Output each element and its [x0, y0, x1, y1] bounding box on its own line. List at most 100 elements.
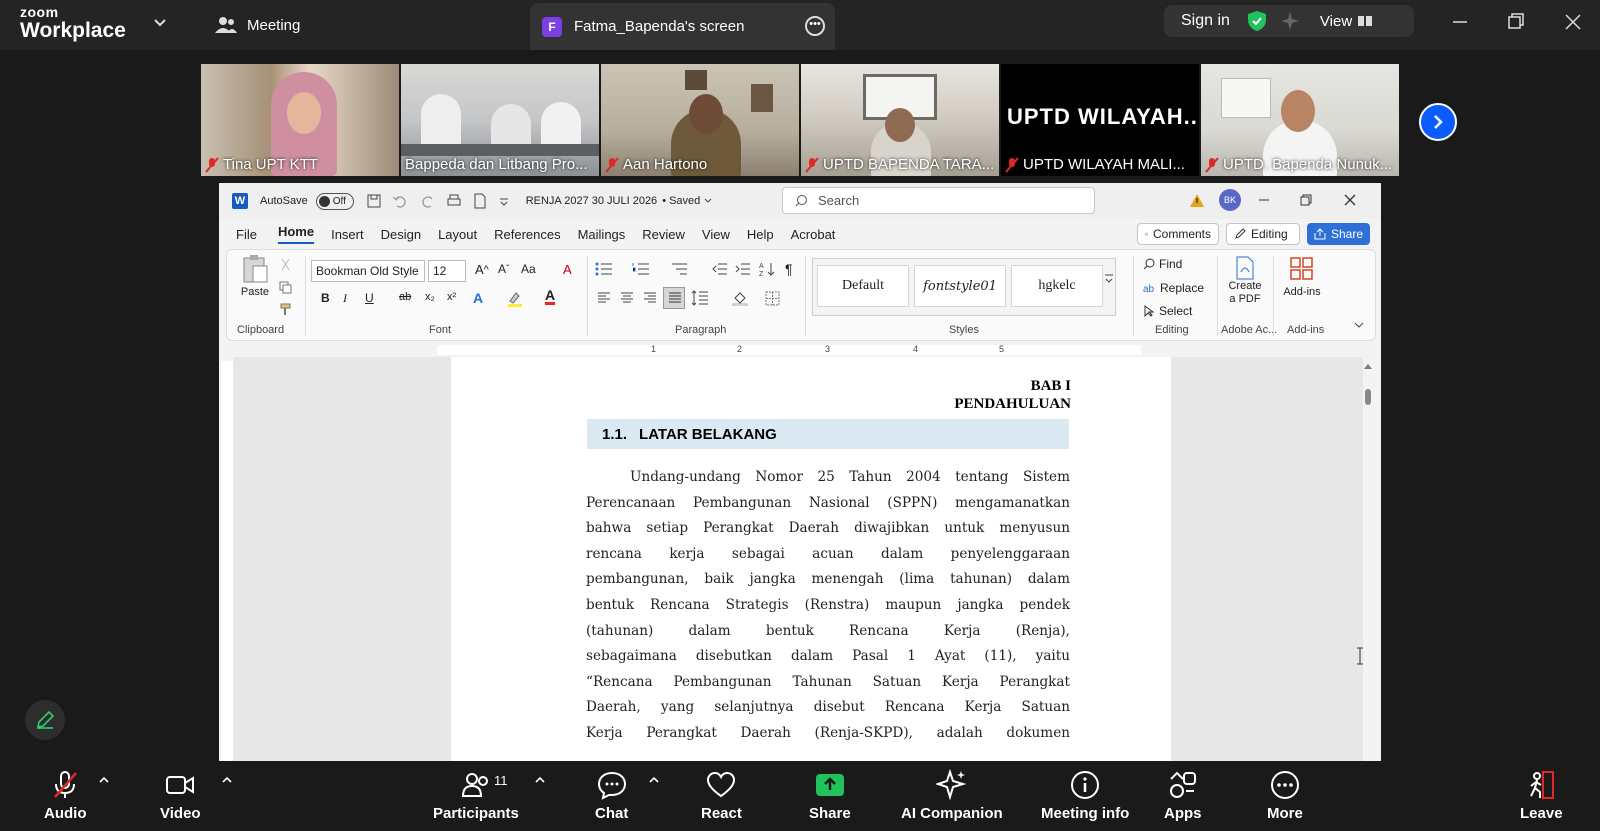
tab-design[interactable]: Design: [381, 227, 421, 242]
show-formatting-button[interactable]: ¶: [785, 261, 793, 277]
close-icon[interactable]: [1343, 193, 1357, 207]
minimize-icon[interactable]: [1448, 10, 1472, 34]
customize-toolbar-icon[interactable]: [498, 195, 510, 207]
share-button[interactable]: Share: [1307, 223, 1370, 245]
user-avatar[interactable]: BK: [1219, 189, 1241, 211]
increase-indent-icon[interactable]: [735, 262, 751, 276]
annotate-button[interactable]: [25, 700, 65, 740]
borders-icon[interactable]: [765, 291, 780, 306]
chevron-up-icon[interactable]: [648, 775, 660, 785]
sort-icon[interactable]: AZ: [759, 261, 775, 277]
line-spacing-icon[interactable]: [691, 290, 709, 306]
tab-meeting[interactable]: Meeting: [215, 12, 300, 38]
document-title[interactable]: RENJA 2027 30 JULI 2026: [526, 195, 657, 207]
scroll-up-icon[interactable]: [1363, 362, 1373, 370]
participant-tile[interactable]: Tina UPT KTT: [201, 64, 399, 176]
document-canvas[interactable]: BAB I PENDAHULUAN 1.1. LATAR BELAKANG Un…: [233, 357, 1363, 761]
chevron-up-icon[interactable]: [98, 775, 110, 785]
autosave-toggle[interactable]: Off: [315, 192, 354, 210]
create-pdf-button[interactable]: Create a PDF: [1223, 256, 1267, 306]
comments-button[interactable]: Comments: [1137, 223, 1219, 245]
document-page[interactable]: BAB I PENDAHULUAN 1.1. LATAR BELAKANG Un…: [451, 357, 1171, 761]
restore-icon[interactable]: [1504, 10, 1528, 34]
shading-icon[interactable]: [732, 290, 750, 306]
align-center-icon[interactable]: [620, 292, 634, 304]
font-size-select[interactable]: 12: [428, 260, 466, 282]
participant-tile[interactable]: UPTD WILAYAH... UPTD WILAYAH MALI...: [1001, 64, 1199, 176]
chevron-down-icon[interactable]: [152, 14, 168, 30]
style-fontstyle01[interactable]: fontstyle01: [914, 265, 1006, 307]
collapse-ribbon-icon[interactable]: [1353, 320, 1365, 330]
close-icon[interactable]: [1561, 10, 1585, 34]
superscript-button[interactable]: x²: [447, 291, 456, 303]
editing-mode-button[interactable]: Editing: [1226, 223, 1300, 245]
clear-formatting-button[interactable]: A: [563, 262, 572, 277]
vertical-scrollbar[interactable]: [1363, 357, 1373, 761]
align-right-icon[interactable]: [643, 292, 657, 304]
save-icon[interactable]: [366, 193, 382, 209]
tab-view[interactable]: View: [702, 227, 730, 242]
underline-button[interactable]: U: [365, 291, 374, 305]
share-screen-button[interactable]: Share: [809, 769, 851, 822]
chevron-up-icon[interactable]: [534, 775, 546, 785]
format-painter-icon[interactable]: [279, 302, 293, 316]
participant-tile[interactable]: Aan Hartono: [601, 64, 799, 176]
replace-button[interactable]: ab Replace: [1143, 281, 1204, 295]
audio-button[interactable]: Audio: [44, 769, 87, 822]
bullets-icon[interactable]: [595, 262, 613, 276]
font-name-select[interactable]: Bookman Old Style: [311, 260, 425, 282]
react-button[interactable]: React: [701, 769, 742, 822]
search-input[interactable]: Search: [782, 187, 1095, 214]
select-button[interactable]: Select: [1143, 304, 1192, 318]
view-button[interactable]: View: [1320, 13, 1352, 30]
grow-font-button[interactable]: A ^: [475, 262, 489, 277]
warning-icon[interactable]: [1189, 193, 1205, 208]
chat-button[interactable]: Chat: [595, 769, 628, 822]
italic-button[interactable]: I: [343, 291, 347, 306]
text-effects-button[interactable]: A: [473, 290, 483, 306]
tab-help[interactable]: Help: [747, 227, 774, 242]
styles-more-icon[interactable]: [1104, 272, 1114, 286]
decrease-indent-icon[interactable]: [712, 262, 728, 276]
tab-references[interactable]: References: [494, 227, 560, 242]
bold-button[interactable]: B: [321, 291, 330, 305]
find-button[interactable]: Find: [1143, 257, 1182, 271]
tab-insert[interactable]: Insert: [331, 227, 364, 242]
print-icon[interactable]: [446, 193, 462, 209]
chevron-down-icon[interactable]: [703, 196, 713, 206]
next-page-button[interactable]: [1419, 103, 1457, 141]
more-button[interactable]: More: [1267, 769, 1303, 822]
leave-button[interactable]: Leave: [1520, 769, 1563, 822]
paste-button[interactable]: Paste: [237, 254, 273, 298]
tab-mailings[interactable]: Mailings: [578, 227, 626, 242]
subscript-button[interactable]: x₂: [425, 291, 435, 303]
change-case-button[interactable]: Aa: [521, 262, 536, 276]
meeting-info-button[interactable]: Meeting info: [1041, 769, 1129, 822]
sparkle-icon[interactable]: [1280, 11, 1300, 31]
tab-shared-screen[interactable]: F Fatma_Bapenda's screen •••: [530, 3, 835, 50]
add-ins-button[interactable]: Add-ins: [1279, 256, 1325, 298]
highlight-icon[interactable]: [507, 291, 523, 307]
participant-tile-active[interactable]: UPTD BAPENDA TARA...: [801, 64, 999, 176]
participant-tile[interactable]: UPTD. Bapenda Nunuk...: [1201, 64, 1399, 176]
participant-tile[interactable]: Bappeda dan Litbang Pro...: [401, 64, 599, 176]
justify-button-active[interactable]: [663, 287, 685, 309]
tab-file[interactable]: File: [236, 227, 257, 242]
chevron-up-icon[interactable]: [221, 775, 233, 785]
tab-acrobat[interactable]: Acrobat: [791, 227, 836, 242]
tab-layout[interactable]: Layout: [438, 227, 477, 242]
shrink-font-button[interactable]: Aˇ: [498, 262, 509, 276]
align-left-icon[interactable]: [597, 292, 611, 304]
copy-icon[interactable]: [279, 281, 292, 294]
minimize-icon[interactable]: [1257, 193, 1271, 207]
video-button[interactable]: Video: [160, 769, 201, 822]
more-options-icon[interactable]: •••: [805, 16, 825, 36]
scroll-thumb[interactable]: [1365, 389, 1371, 405]
restore-icon[interactable]: [1299, 193, 1313, 207]
numbering-icon[interactable]: [632, 262, 650, 276]
font-color-button[interactable]: A: [545, 288, 556, 305]
ai-companion-button[interactable]: AI Companion: [901, 769, 1003, 822]
tab-review[interactable]: Review: [642, 227, 685, 242]
multilevel-list-icon[interactable]: [670, 262, 688, 276]
sign-in-button[interactable]: Sign in: [1181, 12, 1230, 30]
